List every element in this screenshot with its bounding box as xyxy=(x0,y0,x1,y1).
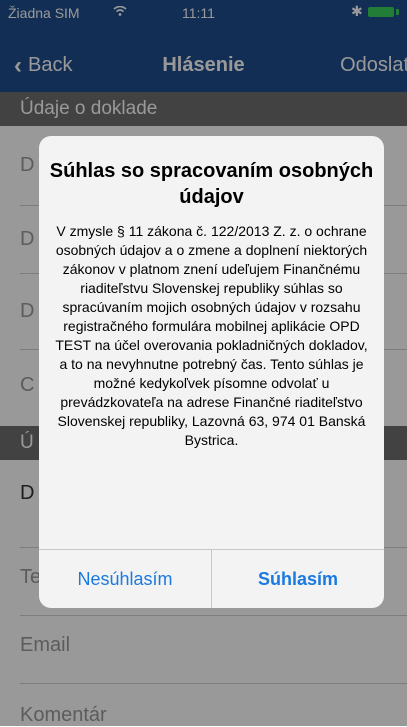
decline-button[interactable]: Nesúhlasím xyxy=(39,550,211,608)
consent-alert: Súhlas so spracovaním osobných údajov V … xyxy=(39,136,384,608)
alert-title: Súhlas so spracovaním osobných údajov xyxy=(49,160,374,208)
accept-button[interactable]: Súhlasím xyxy=(212,550,384,608)
alert-message: V zmysle § 11 zákona č. 122/2013 Z. z. o… xyxy=(55,223,368,448)
